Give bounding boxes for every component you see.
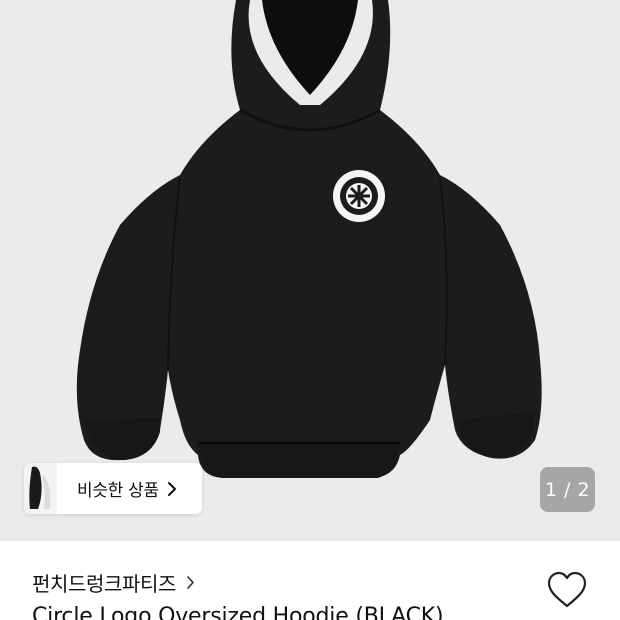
similar-items-thumbnail bbox=[24, 463, 57, 514]
product-image bbox=[76, 0, 542, 478]
brand-link[interactable]: 펀치드렁크파티즈 bbox=[32, 568, 195, 597]
image-page-counter: 1 / 2 bbox=[540, 467, 595, 512]
product-image-carousel[interactable]: 비슷한 상품 1 / 2 bbox=[0, 0, 620, 541]
product-title: Circle Logo Oversized Hoodie (BLACK) bbox=[32, 604, 444, 620]
hoodie-logo bbox=[333, 170, 385, 222]
heart-outline-icon[interactable] bbox=[546, 570, 588, 610]
product-page: 비슷한 상품 1 / 2 펀치드렁크파티즈 Circle Logo Oversi… bbox=[0, 0, 620, 620]
chevron-right-icon bbox=[167, 481, 176, 496]
brand-name: 펀치드렁크파티즈 bbox=[32, 572, 176, 596]
similar-items-label: 비슷한 상품 bbox=[77, 481, 159, 501]
similar-items-button[interactable]: 비슷한 상품 bbox=[24, 463, 202, 514]
chevron-right-icon bbox=[187, 576, 194, 589]
